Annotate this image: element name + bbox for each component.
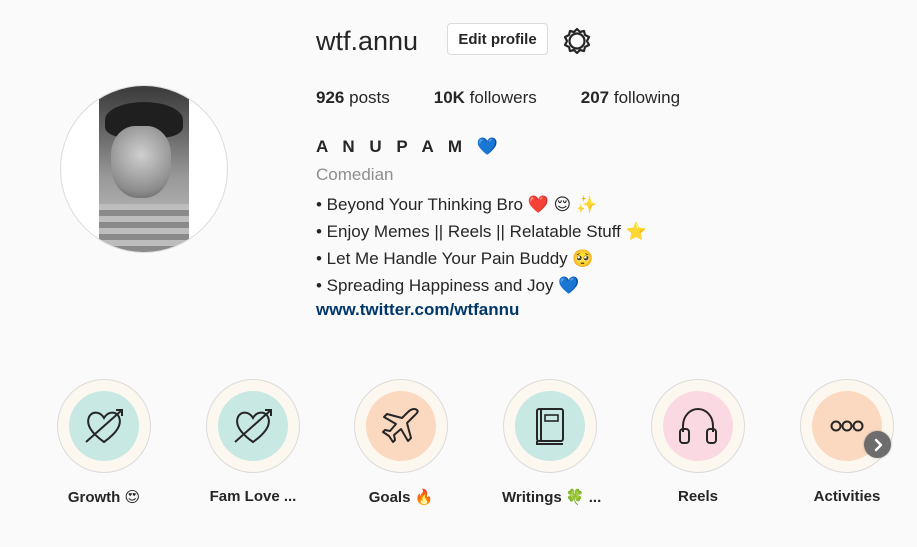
highlight-label: Writings 🍀 ... — [502, 489, 602, 506]
bio-line: • Enjoy Memes || Reels || Relatable Stuf… — [316, 222, 647, 241]
profile-full-name: A N U P A M 💙 — [316, 137, 503, 156]
edit-profile-button[interactable]: Edit profile — [447, 23, 548, 55]
highlight-goals[interactable]: Goals 🔥 — [353, 379, 449, 506]
profile-stats: 926 posts 10K followers 207 following — [316, 88, 724, 108]
followers-count: 10K — [433, 88, 465, 107]
bio-line: • Let Me Handle Your Pain Buddy 🥺 — [316, 249, 594, 268]
heart-arrow-icon — [234, 409, 272, 444]
avatar-face — [111, 126, 171, 198]
airplane-icon — [382, 407, 419, 443]
highlight-ring — [651, 379, 745, 473]
highlight-ring — [57, 379, 151, 473]
heart-arrow-icon — [85, 409, 123, 444]
highlights-next-button[interactable] — [864, 431, 891, 458]
avatar-shirt — [99, 204, 189, 252]
highlight-ring — [503, 379, 597, 473]
book-icon — [536, 408, 564, 445]
highlight-writings[interactable]: Writings 🍀 ... — [502, 379, 602, 506]
highlight-cover — [218, 391, 288, 461]
highlight-cover — [366, 391, 436, 461]
highlight-ring — [354, 379, 448, 473]
posts-stat: 926 posts — [316, 88, 390, 108]
avatar-photo — [99, 86, 189, 252]
profile-category: Comedian — [316, 165, 394, 184]
highlight-cover — [515, 391, 585, 461]
highlight-ring — [800, 379, 894, 473]
posts-label: posts — [349, 88, 390, 107]
highlight-label: Growth 😍 — [67, 489, 141, 506]
highlight-fam-love[interactable]: Fam Love ... — [205, 379, 301, 505]
chevron-right-icon — [874, 438, 882, 451]
posts-count: 926 — [316, 88, 345, 107]
settings-button[interactable] — [562, 26, 592, 56]
highlight-label: Activities — [813, 488, 881, 505]
profile-external-link[interactable]: www.twitter.com/wtfannu — [316, 300, 519, 320]
highlight-reels[interactable]: Reels — [650, 379, 746, 505]
followers-stat[interactable]: 10K followers — [434, 88, 537, 108]
highlight-cover — [663, 391, 733, 461]
following-stat[interactable]: 207 following — [581, 88, 680, 108]
highlight-ring — [206, 379, 300, 473]
highlight-growth[interactable]: Growth 😍 — [56, 379, 152, 506]
following-count: 207 — [580, 88, 610, 107]
highlight-label: Reels — [677, 488, 719, 505]
highlight-label: Fam Love ... — [209, 488, 297, 505]
highlight-label: Goals 🔥 — [368, 489, 434, 506]
bio-line: • Spreading Happiness and Joy 💙 — [316, 276, 580, 295]
following-label: following — [613, 88, 681, 107]
headphones-icon — [679, 407, 717, 444]
profile-username: wtf.annu — [316, 26, 419, 56]
followers-label: followers — [469, 88, 537, 107]
profile-bio: • Beyond Your Thinking Bro ❤️ 😌 ✨ • Enjo… — [316, 191, 647, 299]
bio-line: • Beyond Your Thinking Bro ❤️ 😌 ✨ — [316, 195, 598, 214]
profile-avatar[interactable] — [60, 85, 228, 253]
more-dots-icon — [830, 420, 864, 432]
gear-icon — [563, 27, 591, 55]
highlight-cover — [69, 391, 139, 461]
